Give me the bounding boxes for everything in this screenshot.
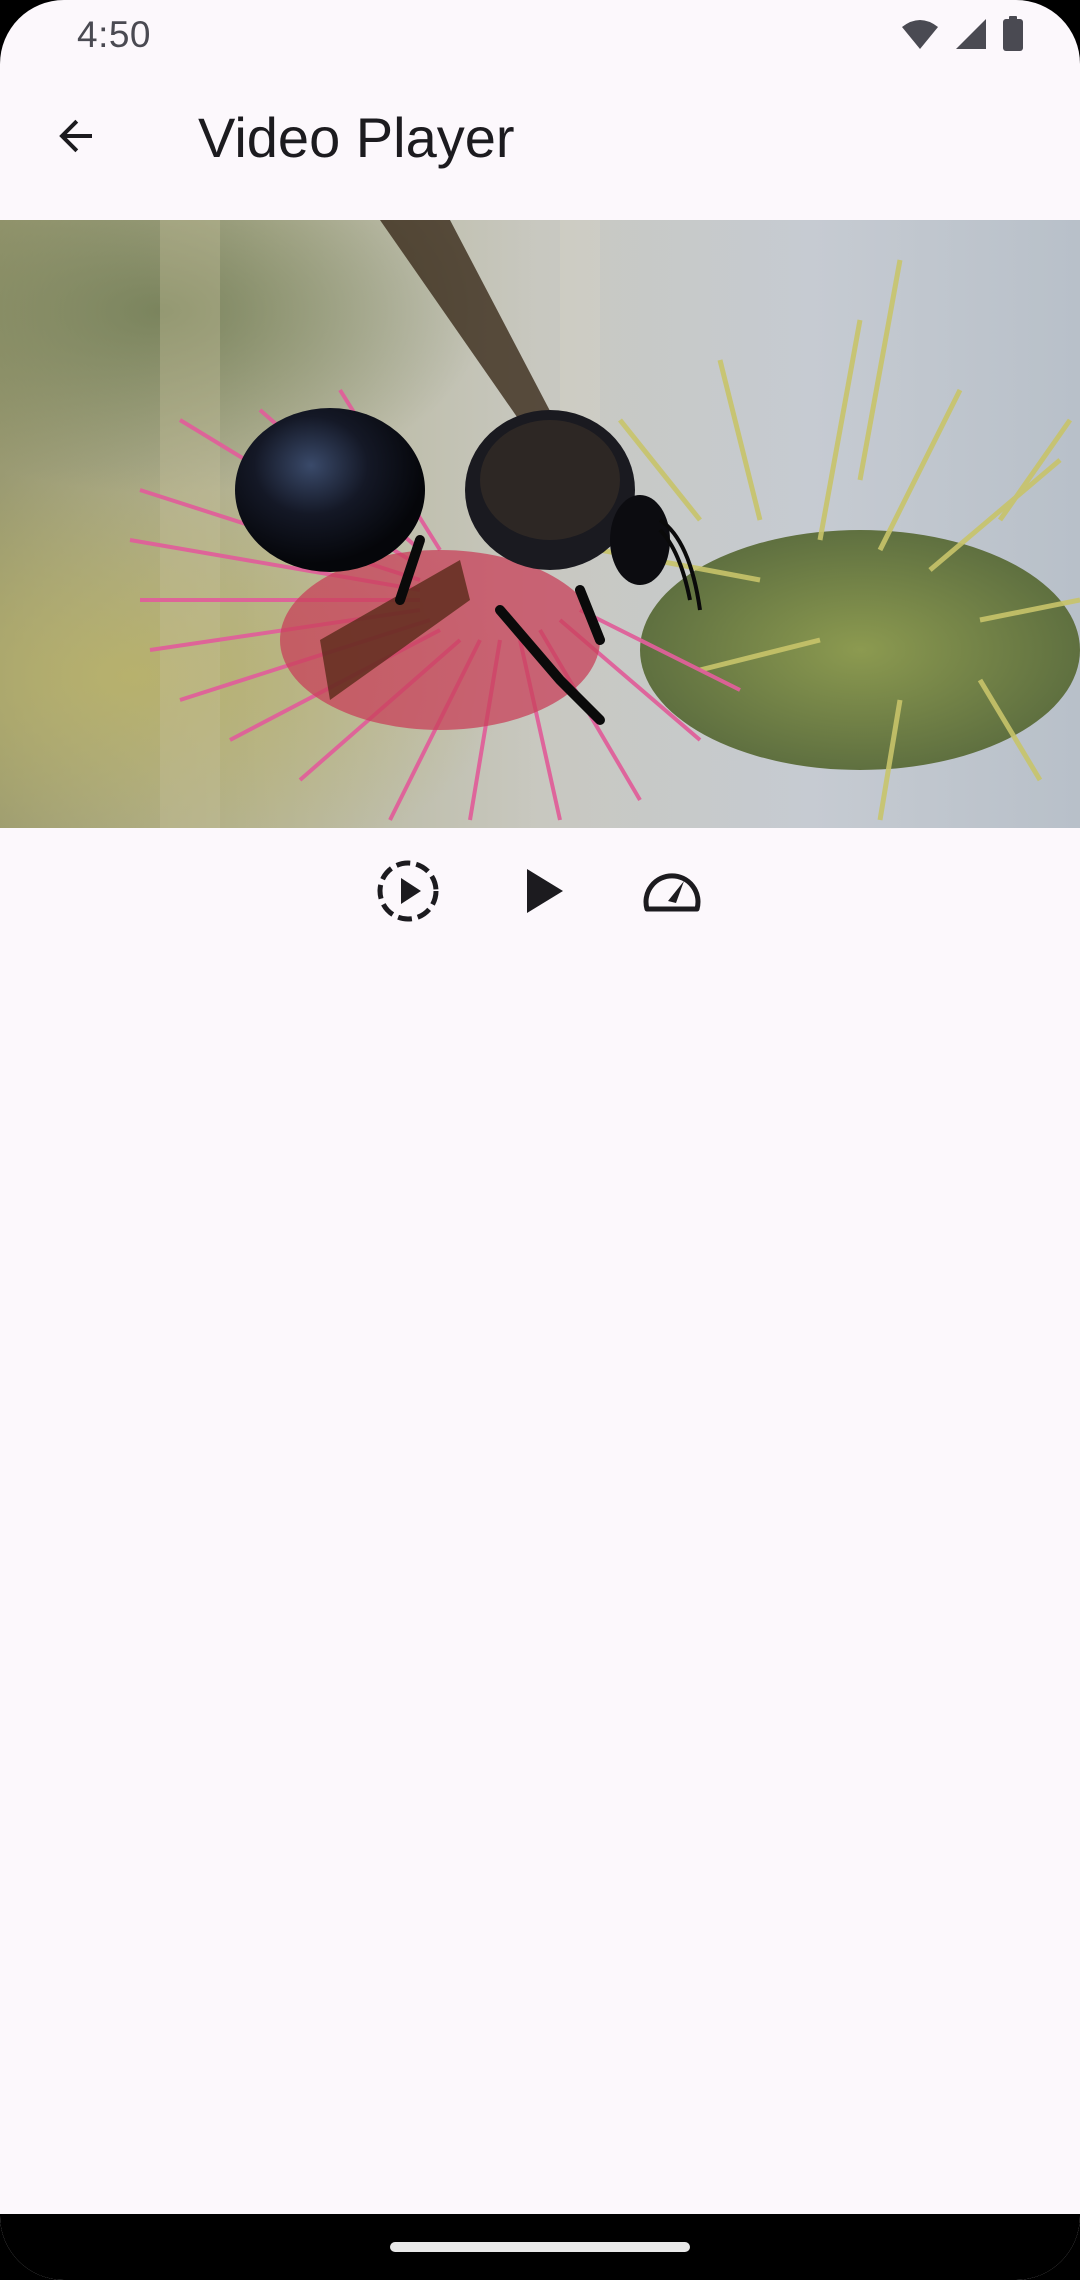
speed-icon [638,857,706,930]
arrow-back-icon [52,112,100,165]
battery-icon [1002,16,1024,52]
play-icon [513,861,573,926]
playback-controls [0,848,1080,938]
status-time: 4:50 [77,14,152,55]
status-icons [900,16,1024,52]
replay-button[interactable] [363,848,453,938]
screen: 4:50 Video Player [0,0,1080,2280]
video-frame-image [0,220,1080,828]
video-player[interactable] [0,220,1080,828]
replay-icon [374,857,442,930]
home-handle[interactable] [390,2242,690,2252]
page-title: Video Player [198,106,515,169]
cellular-signal-icon [954,17,988,51]
playback-speed-button[interactable] [627,848,717,938]
status-bar: 4:50 [0,0,1080,72]
wifi-icon [900,17,940,51]
navigation-bar [0,2214,1080,2280]
play-button[interactable] [498,848,588,938]
top-app-bar: Video Player [0,72,1080,220]
back-button[interactable] [40,102,112,174]
